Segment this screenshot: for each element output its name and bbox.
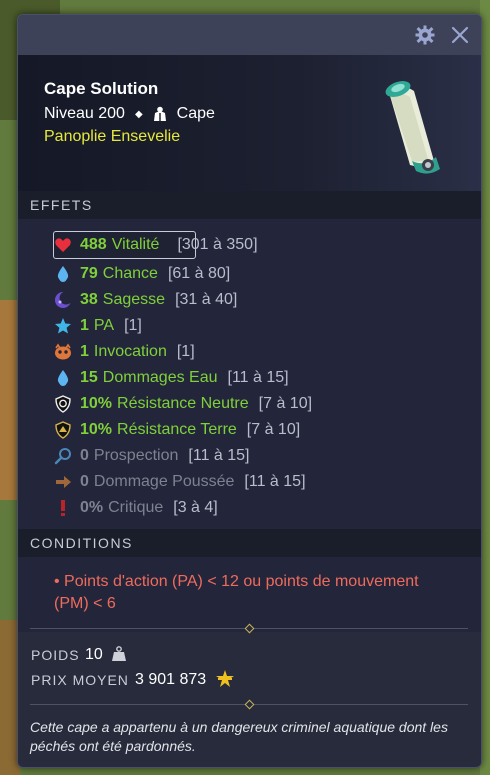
- effect-label: PA: [93, 317, 115, 334]
- effect-label: Prospection: [93, 447, 179, 464]
- item-level-line: Niveau 200 ◆ Cape: [44, 105, 215, 123]
- gear-icon[interactable]: [415, 25, 435, 45]
- effect-range: [11 à 15]: [227, 369, 289, 386]
- conditions-section-title: CONDITIONS: [18, 529, 481, 557]
- effect-range: [1]: [176, 343, 195, 360]
- effect-label: Vitalité: [111, 236, 160, 253]
- effect-value: 15: [80, 369, 98, 386]
- neutral-shield-icon: [55, 395, 71, 413]
- item-set-link[interactable]: Panoplie Ensevelie: [44, 128, 180, 146]
- effect-row-dommage-poussee[interactable]: 0 Dommage Poussée [11 à 15]: [54, 470, 306, 494]
- effect-range: [11 à 15]: [244, 473, 306, 490]
- cape-icon: [153, 106, 166, 121]
- effect-row-resistance-neutre[interactable]: 10% Résistance Neutre [7 à 10]: [54, 392, 312, 416]
- item-type: Cape: [176, 105, 215, 122]
- effect-value: 1: [80, 317, 89, 334]
- effect-value: 0: [80, 447, 89, 464]
- effect-value: 38: [80, 291, 98, 308]
- effect-label: Résistance Neutre: [117, 395, 249, 412]
- effect-row-prospection[interactable]: 0 Prospection [11 à 15]: [54, 444, 250, 468]
- divider-ornament-icon: [244, 699, 255, 710]
- effect-row-resistance-terre[interactable]: 10% Résistance Terre [7 à 10]: [54, 418, 300, 442]
- kamas-coin-icon: [216, 670, 234, 687]
- effect-range: [7 à 10]: [246, 421, 301, 438]
- cape-item-image: [385, 81, 440, 174]
- effect-label: Chance: [102, 265, 158, 282]
- effect-row-pa[interactable]: 1 PA [1]: [54, 314, 142, 338]
- effect-label: Dommage Poussée: [93, 473, 235, 490]
- item-level: Niveau 200: [44, 105, 125, 122]
- water-drop-icon: [57, 370, 69, 386]
- effect-value: 0%: [80, 499, 104, 516]
- star-icon: [55, 318, 71, 334]
- weight-value: 10: [85, 646, 103, 663]
- item-name: Cape Solution: [44, 79, 159, 98]
- effects-section-title: EFFETS: [18, 191, 481, 219]
- effect-value: 0: [80, 473, 89, 490]
- effect-range: [61 à 80]: [167, 265, 231, 282]
- effect-range: [7 à 10]: [258, 395, 313, 412]
- water-drop-icon: [57, 266, 69, 282]
- effect-label: Critique: [108, 499, 164, 516]
- window-title-bar[interactable]: [18, 15, 481, 55]
- effect-range: [301 à 350]: [177, 236, 258, 253]
- moon-icon: [55, 291, 72, 308]
- effect-row-vitalite[interactable]: 488 Vitalité [301 à 350]: [54, 233, 258, 257]
- effect-range: [31 à 40]: [175, 291, 238, 308]
- effect-row-invocation[interactable]: 1 Invocation [1]: [54, 340, 195, 364]
- effect-value: 1: [80, 343, 89, 360]
- average-price-label: PRIX MOYEN: [31, 672, 129, 688]
- weight-icon: [112, 646, 126, 661]
- earth-shield-icon: [55, 421, 71, 439]
- effect-value: 79: [80, 265, 98, 282]
- condition-text: • Points d'action (PA) < 12 ou points de…: [54, 573, 419, 612]
- effect-range: [3 à 4]: [173, 499, 218, 516]
- invocation-icon: [55, 343, 71, 360]
- heart-icon: [55, 238, 71, 252]
- effect-label: Invocation: [93, 343, 167, 360]
- average-price-value: 3 901 873: [135, 671, 207, 688]
- effect-row-dommages-eau[interactable]: 15 Dommages Eau [11 à 15]: [54, 366, 289, 390]
- weight-label: POIDS: [31, 647, 80, 663]
- item-header: Cape Solution Niveau 200 ◆ Cape Panoplie…: [18, 55, 481, 191]
- effect-range: [11 à 15]: [188, 447, 250, 464]
- effect-row-chance[interactable]: 79 Chance [61 à 80]: [54, 262, 230, 286]
- magnifier-icon: [54, 448, 71, 465]
- critical-icon: [61, 500, 65, 516]
- effect-label: Résistance Terre: [117, 421, 237, 438]
- effect-value: 488: [80, 236, 107, 253]
- effect-label: Dommages Eau: [102, 369, 218, 386]
- item-tooltip-window: Cape Solution Niveau 200 ◆ Cape Panoplie…: [17, 14, 482, 768]
- separator-diamond-icon: ◆: [134, 108, 143, 120]
- effect-label: Sagesse: [102, 291, 166, 308]
- push-arrow-icon: [56, 476, 71, 488]
- item-description: Cette cape a appartenu à un dangereux cr…: [30, 719, 448, 754]
- effect-row-critique[interactable]: 0% Critique [3 à 4]: [54, 496, 218, 520]
- effect-row-sagesse[interactable]: 38 Sagesse [31 à 40]: [54, 288, 237, 312]
- effect-value: 10%: [80, 421, 113, 438]
- close-icon[interactable]: [450, 25, 470, 45]
- effect-range: [1]: [124, 317, 142, 334]
- effect-value: 10%: [80, 395, 113, 412]
